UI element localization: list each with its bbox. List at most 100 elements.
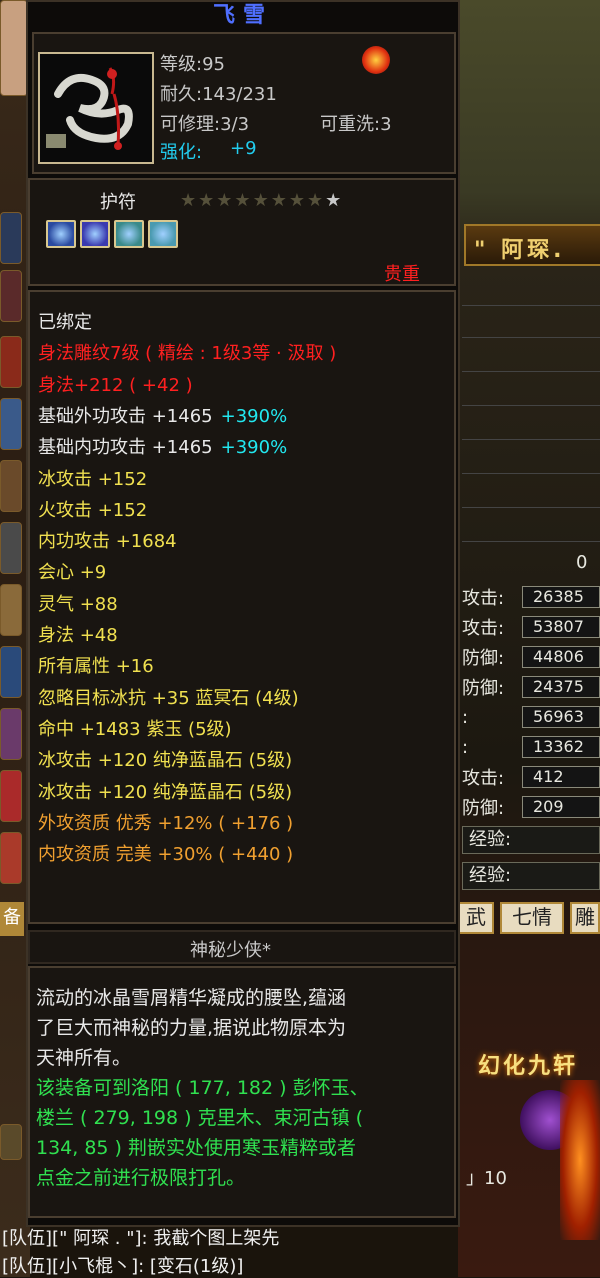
attribute-line: 外攻资质 优秀 +12% ( +176 ) — [38, 809, 293, 839]
chat-line: [队伍][" 阿琛 . "]: 我截个图上架先 — [2, 1228, 280, 1249]
star-icon: ★ — [234, 190, 253, 211]
attribute-text: 冰攻击 +120 纯净蓝晶石 (5级) — [38, 781, 293, 803]
repairable-text: 可修理:3/3 — [160, 114, 250, 135]
attribute-text: 内攻资质 完美 +30% ( +440 ) — [38, 844, 294, 866]
stat-value: 53807 — [522, 616, 600, 638]
star-icon: ★ — [180, 190, 199, 211]
gem-socket-icon — [114, 220, 144, 248]
stat-value: 44806 — [522, 646, 600, 668]
rewashable-text: 可重洗:3 — [320, 114, 392, 135]
flame-effect — [560, 1080, 600, 1240]
attribute-line: 内攻资质 完美 +30% ( +440 ) — [38, 840, 293, 870]
gem-socket-icon — [80, 220, 110, 248]
attribute-text: 已绑定 — [38, 312, 92, 333]
stat-label: 攻击: — [462, 618, 505, 639]
exp-row: 经验: — [462, 826, 600, 854]
stat-label: : — [462, 706, 469, 728]
attribute-text: 身法+212 ( +42 ) — [38, 374, 193, 396]
description-line: 了巨大而神秘的力量,据说此物原本为 — [36, 1017, 347, 1039]
stat-label: : — [462, 736, 469, 758]
skill-slot-icon[interactable] — [0, 646, 22, 698]
flame-badge-icon — [362, 46, 390, 74]
star-icon: ★ — [216, 190, 235, 211]
skill-slot-icon[interactable] — [0, 336, 22, 388]
attribute-text: 所有属性 +16 — [38, 656, 154, 678]
attribute-line: 基础外功攻击 +1465 +390% — [38, 402, 287, 432]
description-line: 流动的冰晶雪屑精华凝成的腰坠,蕴涵 — [36, 987, 347, 1009]
tab-carving[interactable]: 雕 — [570, 902, 600, 934]
attribute-text: 内功攻击 +1684 — [38, 531, 177, 553]
stat-row: 攻击: 26385 — [462, 584, 600, 610]
gem-socket-icon — [46, 220, 76, 248]
portrait-icon[interactable] — [0, 0, 28, 96]
skill-slot-icon[interactable] — [0, 1124, 22, 1160]
blank-row — [462, 280, 600, 306]
side-badge[interactable]: 备 — [0, 902, 24, 936]
item-type: 护符 — [100, 192, 136, 213]
counter-text: 」10 — [466, 1168, 507, 1189]
stat-row: 防御: 44806 — [462, 644, 600, 670]
item-name: 飞雪 — [212, 3, 273, 28]
attribute-text: 基础外功攻击 +1465 — [38, 405, 213, 427]
attribute-line: 身法雕纹7级 ( 精绘 : 1级3等 · 汲取 ) — [38, 339, 336, 369]
stat-value: 13362 — [522, 736, 600, 758]
attribute-line: 所有属性 +16 — [38, 652, 154, 682]
star-icon: ★ — [306, 190, 326, 211]
skill-slot-icon[interactable] — [0, 212, 22, 264]
blank-row — [462, 414, 600, 440]
attribute-text: 冰攻击 +120 纯净蓝晶石 (5级) — [38, 750, 293, 772]
tab-seven-emotions[interactable]: 七情 — [500, 902, 564, 934]
skill-slot-icon[interactable] — [0, 832, 22, 884]
maker-text: 神秘少侠* — [190, 940, 271, 961]
enhance-value: +9 — [230, 138, 257, 159]
description-line: 天神所有。 — [36, 1047, 132, 1069]
enhance-label: 强化: — [160, 142, 203, 163]
chat-line: [队伍][小飞棍丶]: [变石(1级)] — [2, 1256, 244, 1277]
attribute-bonus: +390% — [220, 405, 288, 427]
star-icon: ★ — [288, 190, 307, 211]
attribute-line: 身法 +48 — [38, 621, 118, 651]
attribute-line: 冰攻击 +120 纯净蓝晶石 (5级) — [38, 746, 292, 776]
skill-slot-icon[interactable] — [0, 708, 22, 760]
blank-row — [462, 448, 600, 474]
skill-slot-icon[interactable] — [0, 770, 22, 822]
character-name-banner: " 阿琛. — [464, 224, 600, 266]
stat-value: 24375 — [522, 676, 600, 698]
attribute-line: 身法+212 ( +42 ) — [38, 371, 193, 401]
tab-martial[interactable]: 武 — [458, 902, 494, 934]
stat-value: 209 — [522, 796, 600, 818]
hint-line: 楼兰 ( 279, 198 ) 克里木、束河古镇 ( — [36, 1107, 364, 1129]
attribute-line: 基础内功攻击 +1465 +390% — [38, 433, 287, 463]
skill-slot-icon[interactable] — [0, 584, 22, 636]
rarity-text: 贵重 — [384, 264, 420, 285]
star-icon: ★ — [270, 190, 289, 211]
gem-socket-icon — [148, 220, 178, 248]
skill-slot-icon[interactable] — [0, 522, 22, 574]
attribute-bonus: +390% — [220, 437, 288, 459]
stat-label: 攻击: — [462, 768, 505, 789]
attribute-line: 冰攻击 +120 纯净蓝晶石 (5级) — [38, 778, 292, 808]
level-text: 等级:95 — [160, 54, 225, 75]
attribute-text: 会心 +9 — [38, 562, 107, 584]
hint-line: 134, 85 ) 荆嵌实处使用寒玉精粹或者 — [36, 1137, 357, 1159]
exp-row: 经验: — [462, 862, 600, 890]
attribute-text: 身法 +48 — [38, 625, 118, 646]
star-icon: ★ — [198, 190, 217, 211]
attribute-text: 外攻资质 优秀 +12% ( +176 ) — [38, 812, 294, 834]
stat-row: 攻击: 412 — [462, 764, 600, 790]
blank-row — [462, 312, 600, 338]
stat-label: 防御: — [462, 798, 505, 819]
skill-slot-icon[interactable] — [0, 460, 22, 512]
attribute-line: 忽略目标冰抗 +35 蓝冥石 (4级) — [38, 684, 299, 714]
skill-slot-icon[interactable] — [0, 270, 22, 322]
attribute-line: 命中 +1483 紫玉 (5级) — [38, 715, 232, 745]
stat-row: 防御: 24375 — [462, 674, 600, 700]
star-rating: ★★★★★★★★★ — [180, 190, 343, 211]
attribute-line: 会心 +9 — [38, 558, 106, 588]
hint-line: 该装备可到洛阳 ( 177, 182 ) 彭怀玉、 — [36, 1077, 369, 1099]
skill-slot-icon[interactable] — [0, 398, 22, 450]
stat-label: 防御: — [462, 648, 505, 669]
stat-value: 26385 — [522, 586, 600, 608]
attribute-text: 火攻击 +152 — [38, 499, 148, 521]
attribute-text: 冰攻击 +152 — [38, 468, 148, 490]
